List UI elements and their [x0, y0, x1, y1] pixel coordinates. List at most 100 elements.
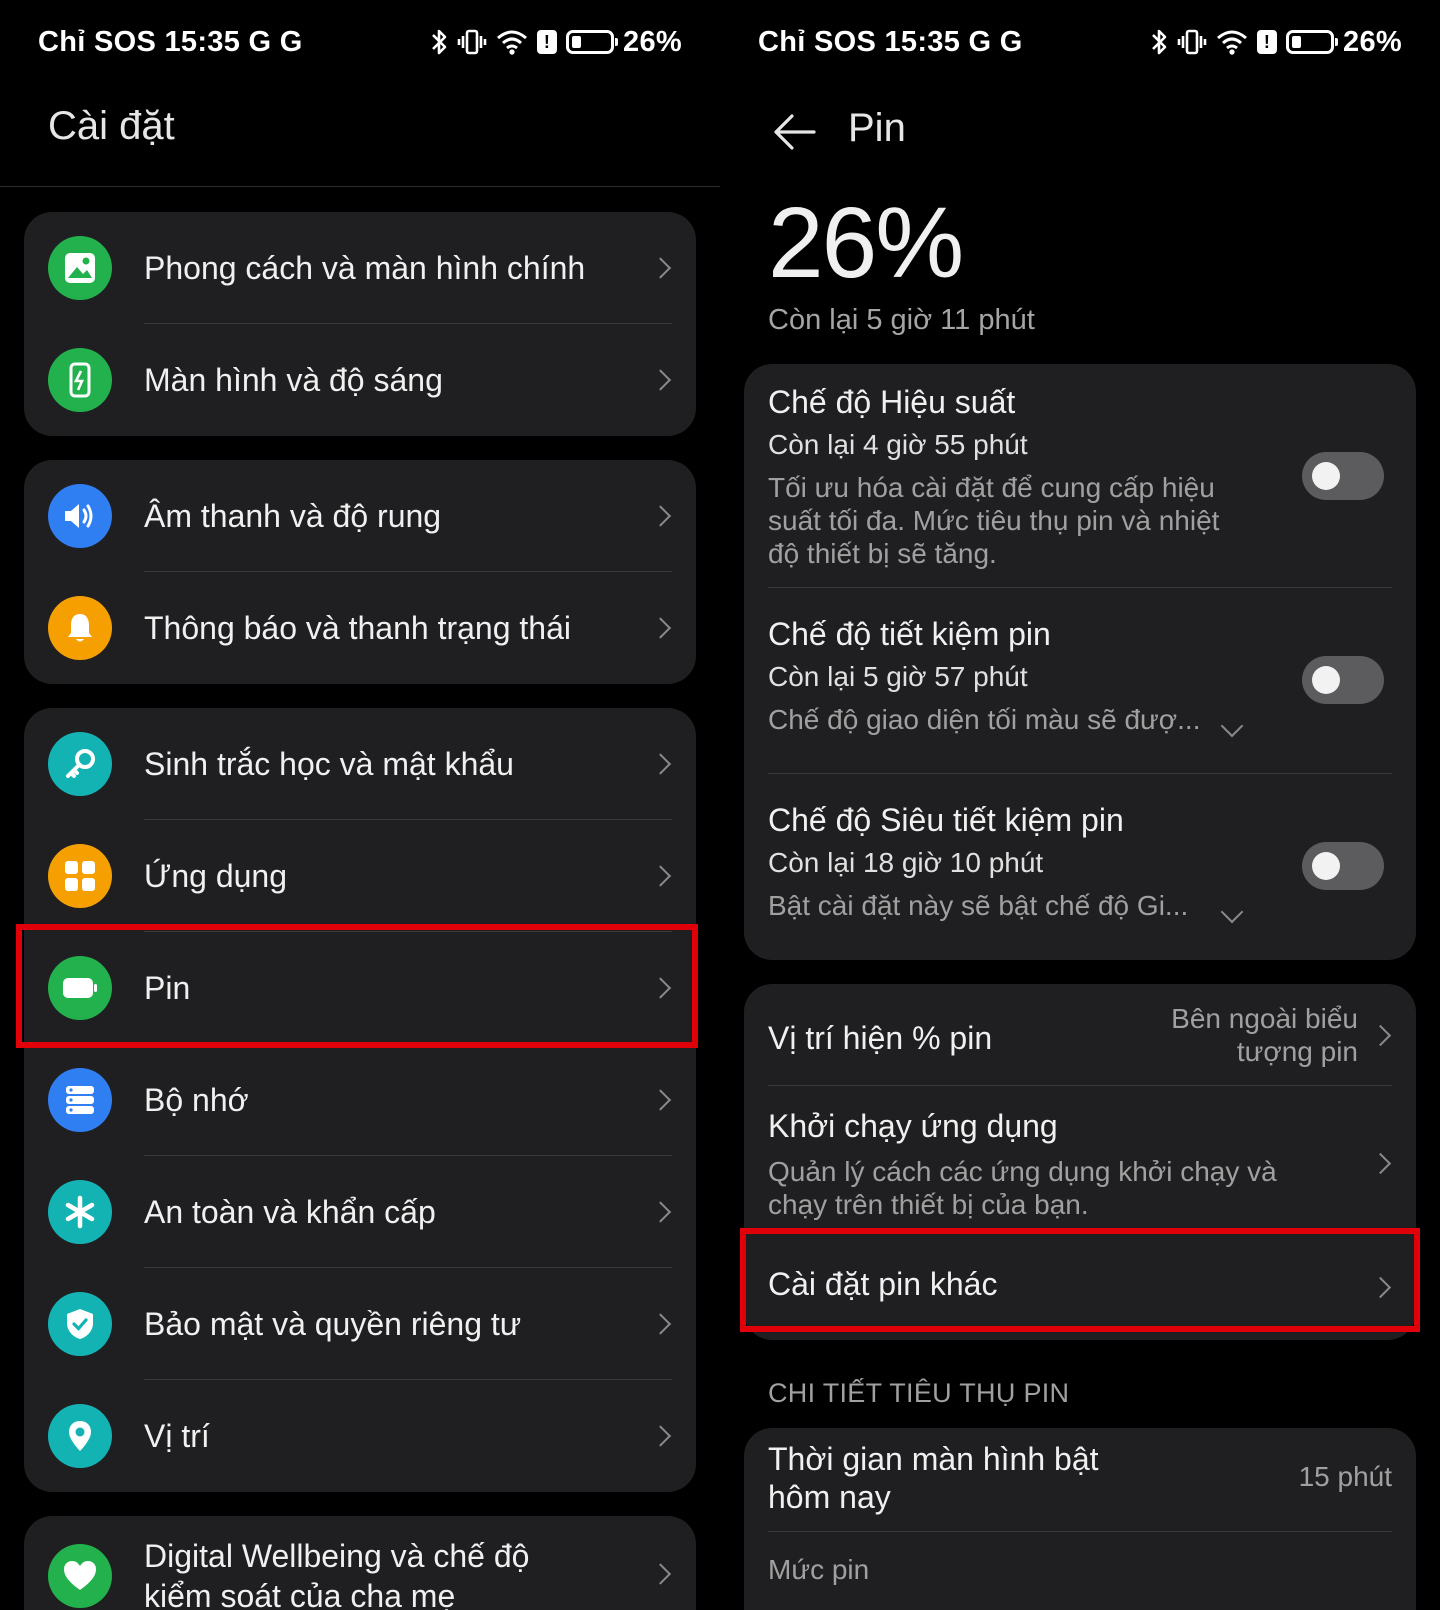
- chevron-right-icon: [649, 617, 672, 639]
- shield-icon: [48, 1292, 112, 1356]
- battery-percent-text: 26%: [1343, 25, 1402, 58]
- mode-ultra-power-saving[interactable]: Chế độ Siêu tiết kiệm pin Còn lại 18 giờ…: [744, 774, 1416, 960]
- mode-performance[interactable]: Chế độ Hiệu suất Còn lại 4 giờ 55 phút T…: [744, 364, 1416, 588]
- settings-group-2: Âm thanh và độ rung Thông báo và thanh t…: [24, 460, 696, 684]
- battery-percent-large: 26%: [768, 187, 964, 299]
- status-bar: Chỉ SOS 15:35 G G ! 26%: [38, 22, 682, 62]
- battery-screen: Chỉ SOS 15:35 G G ! 26% Pin 26% Còn lại …: [720, 0, 1440, 1610]
- battery-remaining-time: Còn lại 5 giờ 11 phút: [768, 304, 1035, 336]
- performance-mode-toggle[interactable]: [1302, 452, 1384, 500]
- settings-item-label: Phong cách và màn hình chính: [144, 250, 586, 286]
- mode-remaining: Còn lại 18 giờ 10 phút: [768, 847, 1044, 878]
- row-title: Khởi chạy ứng dụng: [768, 1108, 1058, 1144]
- settings-item-label: Âm thanh và độ rung: [144, 498, 442, 534]
- settings-group-3: Sinh trắc học và mật khẩu Ứng dụng Pin B…: [24, 708, 696, 1492]
- section-header-usage: CHI TIẾT TIÊU THỤ PIN: [768, 1378, 1070, 1408]
- settings-screen: Chỉ SOS 15:35 G G ! 26% Cài đặt Phong cá…: [0, 0, 720, 1610]
- chevron-right-icon: [649, 1563, 672, 1585]
- alert-icon: !: [537, 30, 558, 54]
- status-left-text: Chỉ SOS 15:35 G G: [758, 25, 1023, 58]
- usage-card: Thời gian màn hình bật hôm nay 15 phút M…: [744, 1428, 1416, 1610]
- row-description: Quản lý cách các ứng dụng khởi chạy và c…: [768, 1156, 1277, 1221]
- settings-item-label: Vị trí: [144, 1418, 210, 1454]
- wifi-icon: [1217, 30, 1248, 55]
- settings-item-label-line1: Digital Wellbeing và chế độ: [144, 1538, 530, 1574]
- percent-position-row[interactable]: Vị trí hiện % pin Bên ngoài biểu tượng p…: [744, 984, 1416, 1086]
- mode-power-saving[interactable]: Chế độ tiết kiệm pin Còn lại 5 giờ 57 ph…: [744, 588, 1416, 774]
- chevron-right-icon: [1369, 1024, 1392, 1047]
- chevron-right-icon: [649, 505, 672, 527]
- chevron-right-icon: [649, 1089, 672, 1111]
- app-launch-row[interactable]: Khởi chạy ứng dụng Quản lý cách các ứng …: [744, 1086, 1416, 1236]
- power-saving-toggle[interactable]: [1302, 656, 1384, 704]
- chevron-right-icon: [1369, 1276, 1392, 1299]
- row-title: Vị trí hiện % pin: [768, 1020, 993, 1056]
- alert-icon: !: [1257, 30, 1278, 54]
- settings-item-label: Sinh trắc học và mật khẩu: [144, 746, 514, 782]
- chevron-right-icon: [649, 1201, 672, 1223]
- settings-item-storage[interactable]: Bộ nhớ: [24, 1044, 696, 1156]
- battery-settings-card: Vị trí hiện % pin Bên ngoài biểu tượng p…: [744, 984, 1416, 1340]
- row-value-line1: Bên ngoài biểu: [1171, 1003, 1358, 1034]
- chevron-right-icon: [1369, 1152, 1392, 1175]
- battery-status-icon: [566, 30, 619, 54]
- mode-description: Tối ưu hóa cài đặt để cung cấp hiệu suất…: [768, 472, 1220, 570]
- settings-item-label-line2: kiểm soát của cha mẹ: [144, 1578, 456, 1610]
- settings-item-display[interactable]: Màn hình và độ sáng: [24, 324, 696, 436]
- screen-on-value: 15 phút: [1298, 1461, 1392, 1492]
- apps-icon: [48, 844, 112, 908]
- header-divider: [0, 186, 720, 187]
- mode-title: Chế độ Siêu tiết kiệm pin: [768, 802, 1124, 838]
- settings-item-sound[interactable]: Âm thanh và độ rung: [24, 460, 696, 572]
- location-icon: [48, 1404, 112, 1468]
- settings-item-label: Bộ nhớ: [144, 1082, 249, 1118]
- storage-icon: [48, 1068, 112, 1132]
- status-left-text: Chỉ SOS 15:35 G G: [38, 25, 303, 58]
- display-icon: [48, 348, 112, 412]
- settings-group-1: Phong cách và màn hình chính Màn hình và…: [24, 212, 696, 436]
- vibrate-icon: [457, 29, 487, 55]
- settings-item-label: Ứng dụng: [144, 858, 287, 894]
- settings-item-biometrics[interactable]: Sinh trắc học và mật khẩu: [24, 708, 696, 820]
- bluetooth-icon: [432, 29, 447, 55]
- key-icon: [48, 732, 112, 796]
- mode-title: Chế độ Hiệu suất: [768, 384, 1016, 420]
- bell-icon: [48, 596, 112, 660]
- mode-description: Bật cài đặt này sẽ bật chế độ Gi...: [768, 890, 1189, 921]
- page-title: Pin: [848, 106, 906, 150]
- status-bar: Chỉ SOS 15:35 G G ! 26%: [758, 22, 1402, 62]
- settings-item-apps[interactable]: Ứng dụng: [24, 820, 696, 932]
- settings-item-style[interactable]: Phong cách và màn hình chính: [24, 212, 696, 324]
- mode-title: Chế độ tiết kiệm pin: [768, 616, 1051, 652]
- mode-remaining: Còn lại 5 giờ 57 phút: [768, 661, 1028, 692]
- mode-description: Chế độ giao diện tối màu sẽ đượ...: [768, 704, 1201, 735]
- battery-status-icon: [1286, 30, 1339, 54]
- chevron-right-icon: [649, 977, 672, 999]
- settings-item-notifications[interactable]: Thông báo và thanh trạng thái: [24, 572, 696, 684]
- back-arrow-icon[interactable]: [772, 112, 816, 152]
- settings-item-digital-wellbeing[interactable]: Digital Wellbeing và chế độ kiểm soát củ…: [24, 1516, 696, 1610]
- settings-item-label: Thông báo và thanh trạng thái: [144, 610, 571, 646]
- settings-item-safety[interactable]: An toàn và khẩn cấp: [24, 1156, 696, 1268]
- screen-on-time-row: Thời gian màn hình bật hôm nay 15 phút: [744, 1428, 1416, 1532]
- chevron-right-icon: [649, 865, 672, 887]
- sound-icon: [48, 484, 112, 548]
- battery-level-row: Mức pin: [744, 1532, 1416, 1610]
- settings-item-label: Màn hình và độ sáng: [144, 362, 443, 398]
- ultra-power-saving-toggle[interactable]: [1302, 842, 1384, 890]
- row-value-line2: tượng pin: [1236, 1036, 1358, 1068]
- mode-remaining: Còn lại 4 giờ 55 phút: [768, 429, 1028, 460]
- battery-percent-text: 26%: [623, 25, 682, 58]
- settings-item-battery[interactable]: Pin: [24, 932, 696, 1044]
- other-battery-settings-row[interactable]: Cài đặt pin khác: [744, 1236, 1416, 1340]
- settings-item-privacy[interactable]: Bảo mật và quyền riêng tư: [24, 1268, 696, 1380]
- wifi-icon: [497, 30, 528, 55]
- chevron-right-icon: [649, 753, 672, 775]
- settings-item-location[interactable]: Vị trí: [24, 1380, 696, 1492]
- chevron-right-icon: [649, 1313, 672, 1335]
- chevron-right-icon: [649, 1425, 672, 1447]
- bluetooth-icon: [1152, 29, 1167, 55]
- settings-group-4: Digital Wellbeing và chế độ kiểm soát củ…: [24, 1516, 696, 1610]
- asterisk-icon: [48, 1180, 112, 1244]
- row-title: Cài đặt pin khác: [768, 1266, 998, 1302]
